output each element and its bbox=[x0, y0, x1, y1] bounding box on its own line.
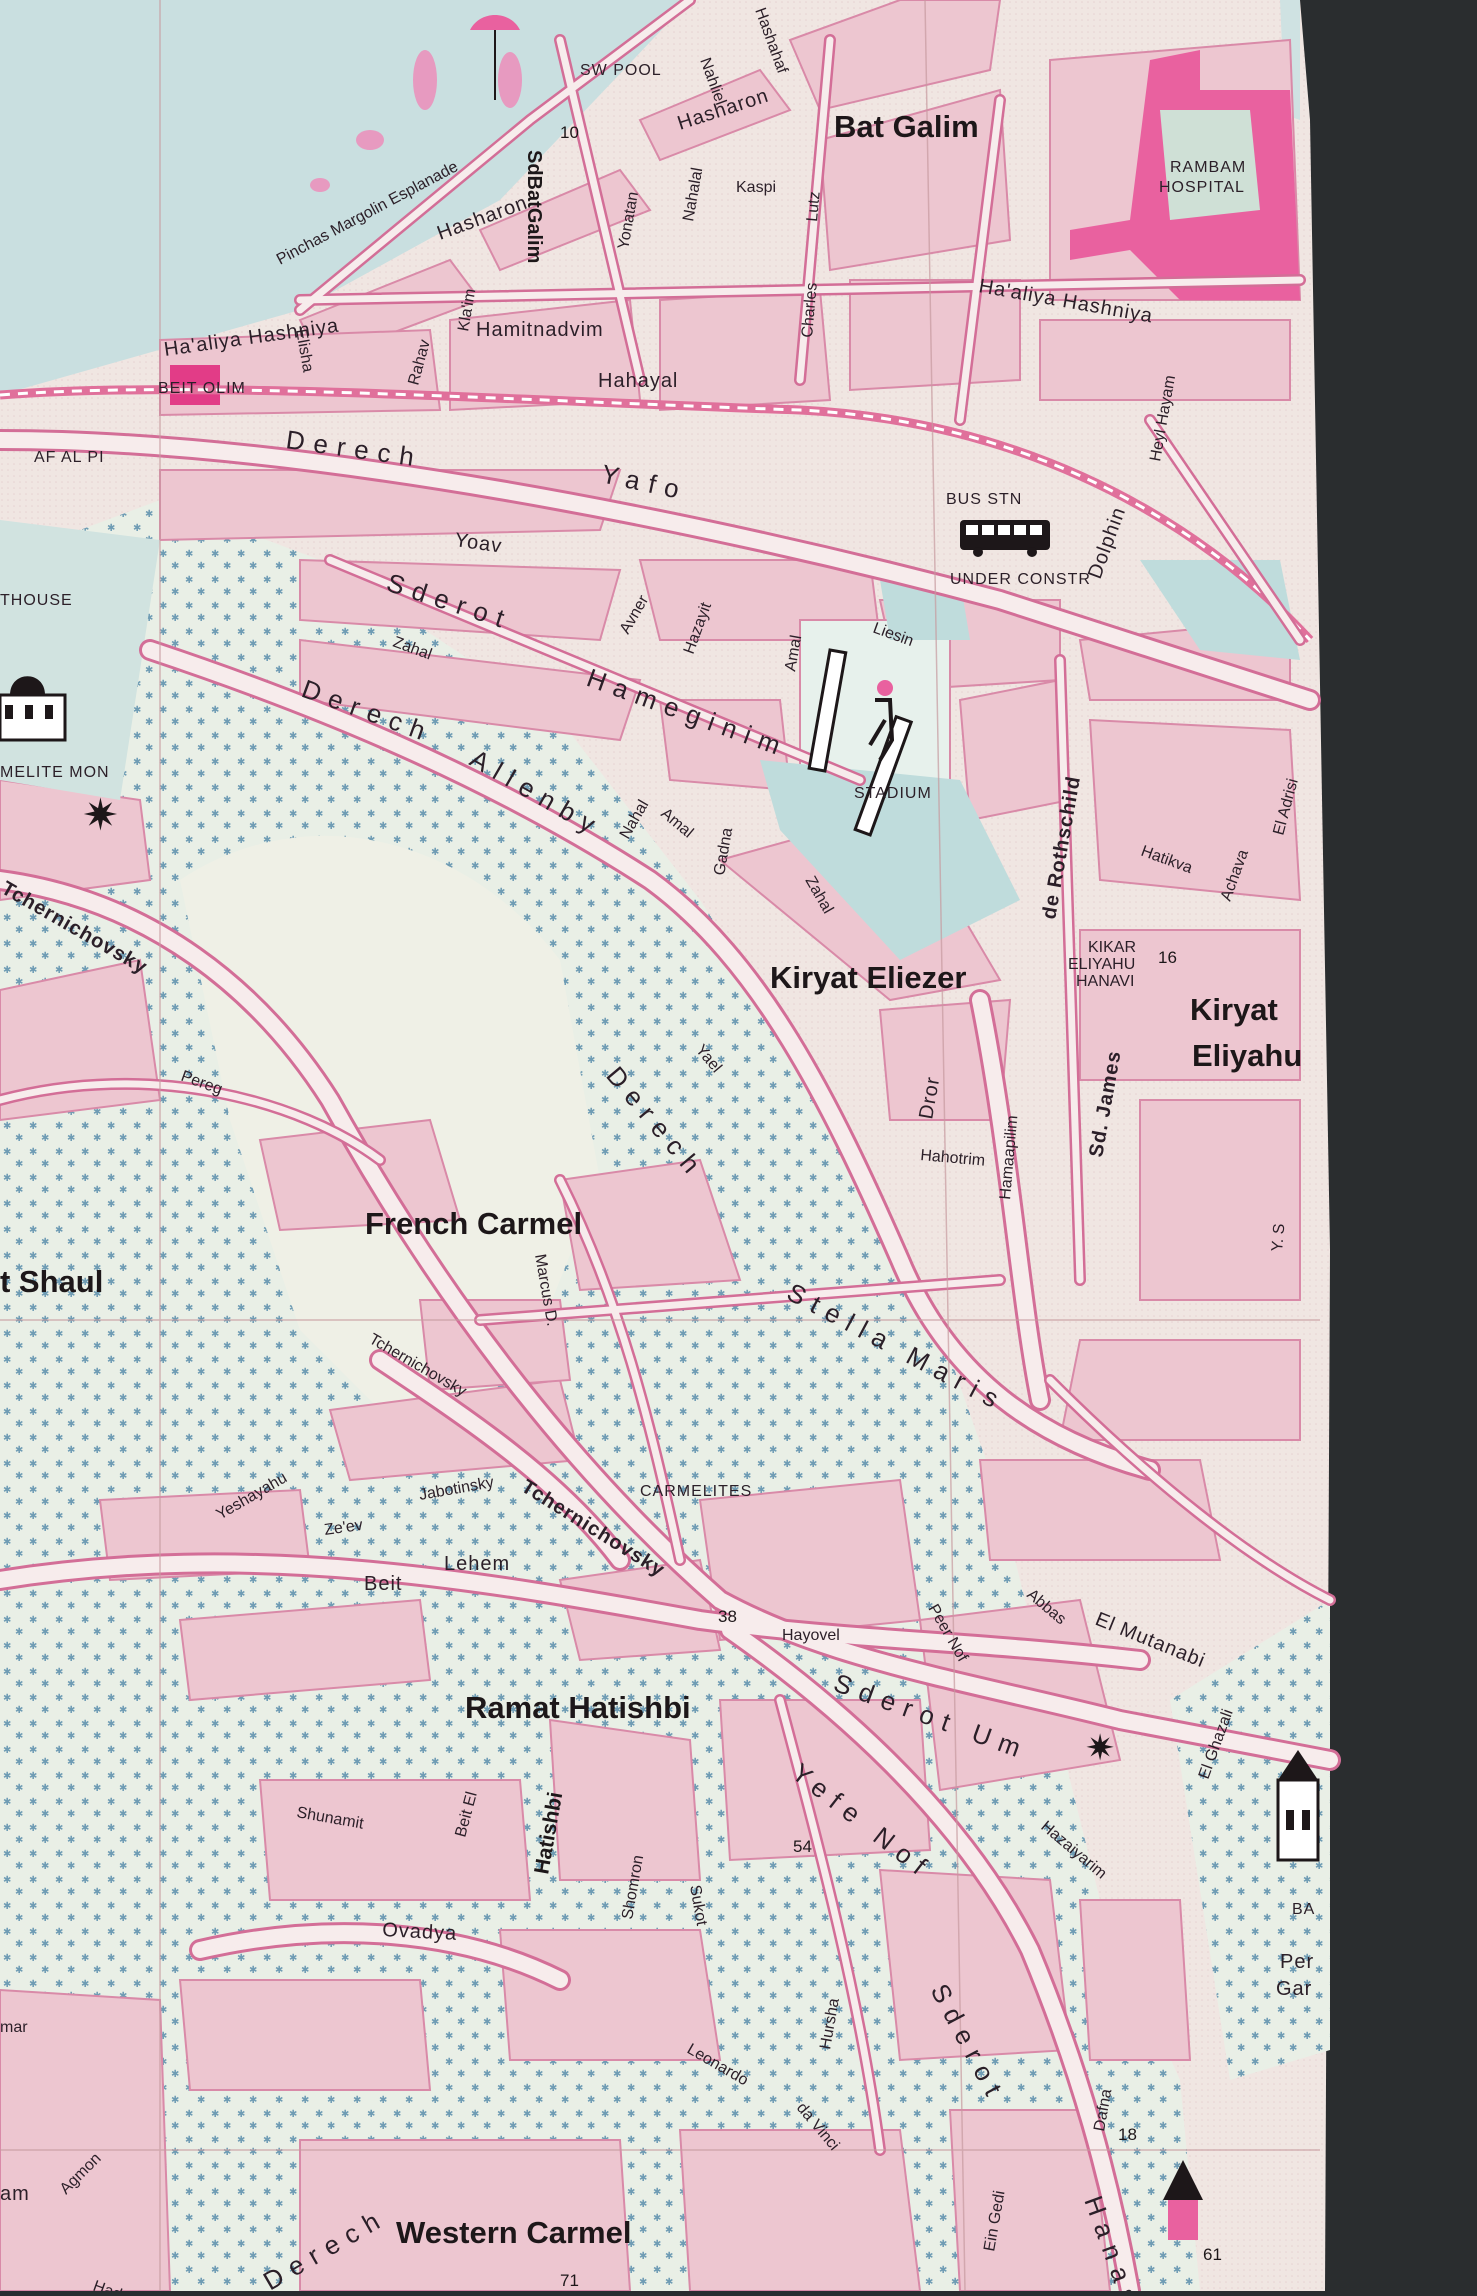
landmark-under-constr: UNDER CONSTR bbox=[950, 571, 1091, 588]
district-label-ramat-hatishbi: Ramat Hatishbi bbox=[465, 1690, 691, 1725]
street-kaspi: Kaspi bbox=[736, 179, 776, 196]
landmark-rambam: RAMBAM bbox=[1170, 159, 1246, 176]
star-icon: ✷ bbox=[1085, 1727, 1115, 1768]
landmark-hanavi: HANAVI bbox=[1076, 973, 1134, 990]
street-am: am bbox=[0, 2183, 30, 2205]
city-map: ✱ ✱ bbox=[0, 0, 1477, 2296]
landmark-bus-stn: BUS STN bbox=[946, 491, 1022, 508]
landmark-carmelite-mon: MELITE MON bbox=[0, 764, 110, 781]
district-label-kiryat-eliezer: Kiryat Eliezer bbox=[770, 960, 966, 995]
district-label-french-carmel: French Carmel bbox=[365, 1206, 582, 1241]
landmark-af-al-pi: AF AL PI bbox=[34, 449, 105, 466]
street-lutz: Lutz bbox=[804, 191, 824, 223]
landmark-stadium: STADIUM bbox=[854, 785, 932, 802]
street-mar: mar bbox=[0, 2019, 28, 2036]
street-beit-lehem: Lehem bbox=[444, 1553, 510, 1575]
map-number: 54 bbox=[793, 1837, 812, 1856]
landmark-per: Per bbox=[1280, 1951, 1314, 1973]
landmark-lighthouse: THOUSE bbox=[0, 592, 73, 609]
street-beit-lehem: Beit bbox=[364, 1573, 402, 1595]
star-icon: ✷ bbox=[82, 791, 119, 840]
map-number: 61 bbox=[1203, 2245, 1222, 2264]
street-ovadya: Ovadya bbox=[382, 1919, 458, 1945]
street-y-s: Y. S bbox=[1269, 1223, 1288, 1253]
map-number: 18 bbox=[1118, 2125, 1137, 2144]
district-label-eliyahu: Eliyahu bbox=[1192, 1038, 1302, 1073]
district-label-bat-galim: Bat Galim bbox=[834, 109, 979, 144]
landmark-carmelites: CARMELITES bbox=[640, 1483, 752, 1500]
landmark-beit-olim: BEIT OLIM bbox=[158, 380, 246, 397]
landmark-sw-pool: SW POOL bbox=[580, 62, 662, 79]
district-label-kiryat: Kiryat bbox=[1190, 992, 1278, 1027]
street-hayovel: Hayovel bbox=[782, 1627, 840, 1644]
street-sd-bat-galim: SdBatGalim bbox=[523, 150, 545, 263]
landmark-hospital: HOSPITAL bbox=[1159, 179, 1245, 196]
street-hahayal: Hahayal bbox=[598, 370, 678, 392]
street-hamitnadvim: Hamitnadvim bbox=[476, 319, 604, 341]
map-viewport[interactable]: ✱ ✱ bbox=[0, 0, 1477, 2296]
map-number: 71 bbox=[560, 2271, 579, 2290]
district-label-western-carmel: Western Carmel bbox=[396, 2215, 631, 2250]
map-number: 16 bbox=[1158, 948, 1177, 967]
map-number: 38 bbox=[718, 1607, 737, 1626]
district-label-shaul: t Shaul bbox=[0, 1264, 103, 1299]
landmark-gar: Gar bbox=[1276, 1978, 1312, 2000]
landmark-ba: BA bbox=[1292, 1901, 1315, 1918]
map-number: 10 bbox=[560, 123, 579, 142]
landmark-eliyahu: ELIYAHU bbox=[1068, 956, 1135, 973]
landmark-kikar: KIKAR bbox=[1088, 939, 1136, 956]
